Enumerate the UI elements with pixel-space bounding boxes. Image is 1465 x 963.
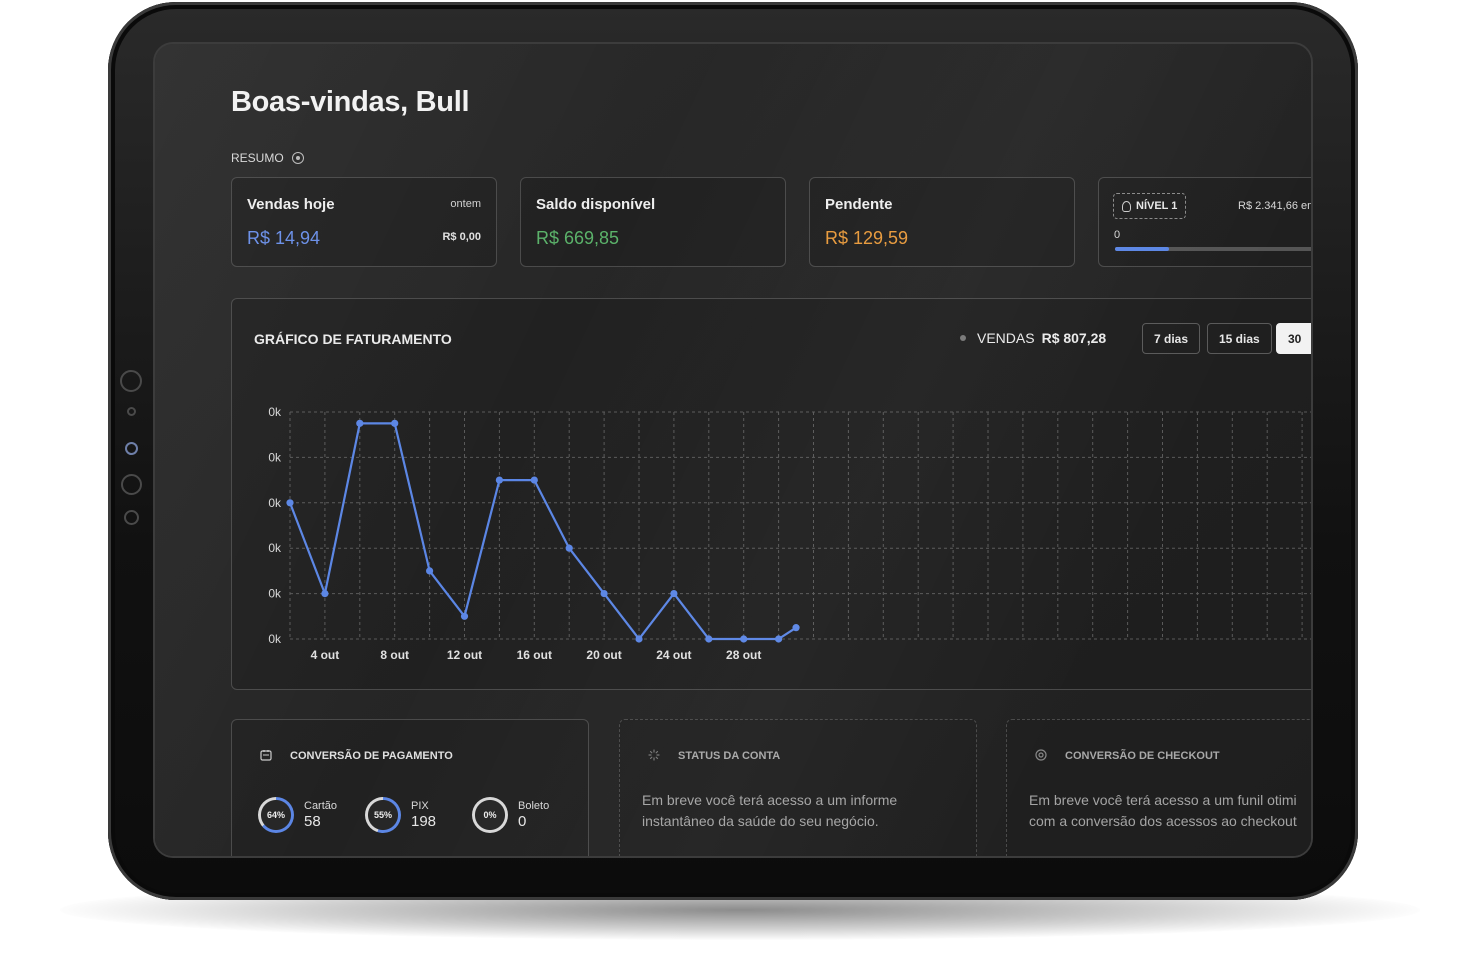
card-description: Em breve você terá acesso a um informe i…: [642, 792, 898, 829]
conversion-ring: 64%: [258, 797, 294, 833]
data-point: [391, 419, 399, 427]
calendar-icon: [260, 750, 272, 761]
side-button-1: [120, 370, 142, 392]
payment-method-0: 64% Cartão 58: [258, 797, 337, 833]
payment-method-label: Boleto: [518, 800, 550, 812]
side-button-2: [127, 407, 136, 416]
card-title: CONVERSÃO DE PAGAMENTO: [290, 750, 453, 762]
data-point: [460, 612, 469, 620]
payment-method-label: PIX: [411, 800, 429, 812]
x-tick-label: 16 out: [517, 648, 552, 662]
card-description: Em breve você terá acesso a um funil oti…: [1029, 792, 1297, 829]
level-label: NÍVEL 1: [1136, 200, 1178, 212]
revenue-chart-panel: GRÁFICO DE FATURAMENTO VENDAS R$ 807,28 …: [231, 298, 1311, 690]
x-tick-label: 4 out: [311, 648, 340, 662]
payment-method-count: 198: [411, 813, 437, 830]
payment-method-count: 58: [304, 813, 321, 830]
data-point: [565, 544, 573, 552]
eye-icon[interactable]: [291, 152, 304, 164]
x-tick-label: 12 out: [447, 648, 482, 662]
conversion-ring: 0%: [472, 797, 508, 833]
payment-method-2: 0% Boleto 0: [472, 797, 549, 833]
data-point: [792, 624, 800, 632]
y-tick-label: 0k: [268, 405, 282, 419]
x-tick-label: 20 out: [586, 648, 621, 662]
card-available-balance: Saldo disponível R$ 669,85: [520, 177, 786, 267]
card-title: Vendas hoje: [247, 196, 335, 213]
card-pending: Pendente R$ 129,59: [809, 177, 1075, 267]
data-point: [635, 635, 643, 643]
data-point: [600, 590, 608, 598]
card-title: Pendente: [825, 196, 893, 213]
data-point: [426, 567, 434, 575]
y-tick-label: 0k: [268, 450, 282, 464]
target-icon: [1035, 749, 1047, 761]
x-tick-label: 24 out: [656, 648, 691, 662]
y-tick-label: 0k: [268, 632, 282, 646]
payment-method-info: Cartão 58: [304, 800, 337, 830]
revenue-line-chart: 0k 0k 0k 0k 0k 0k 4 out 8 out 12 out 16 out 20 out…: [268, 405, 1311, 662]
card-sales-today: Vendas hoje ontem R$ 14,94 R$ 0,00: [231, 177, 497, 267]
side-button-5: [124, 510, 139, 525]
card-title: CONVERSÃO DE CHECKOUT: [1065, 750, 1220, 762]
award-icon: [1122, 200, 1131, 212]
level-badge: NÍVEL 1: [1113, 193, 1187, 219]
y-tick-label: 0k: [268, 541, 282, 555]
card-value: R$ 14,94: [247, 228, 321, 248]
data-point: [495, 476, 503, 484]
payment-method-1: 55% PIX 198: [365, 797, 436, 833]
level-progress-track: [1115, 247, 1311, 251]
card-title: STATUS DA CONTA: [678, 750, 781, 762]
card-value: R$ 129,59: [825, 228, 909, 248]
data-point: [740, 635, 748, 643]
data-point: [356, 419, 364, 427]
compare-label: ontem: [450, 198, 481, 210]
summary-header: RESUMO: [231, 151, 304, 165]
page-title: Boas-vindas, Bull: [231, 86, 470, 118]
series-line: [288, 422, 797, 641]
y-tick-label: 0k: [268, 496, 282, 510]
x-tick-label: 28 out: [726, 648, 761, 662]
x-tick-label: 8 out: [380, 648, 409, 662]
loading-icon: [648, 749, 660, 761]
payment-method-info: PIX 198: [411, 800, 436, 830]
card-title: Saldo disponível: [536, 196, 656, 213]
payment-method-count: 0: [518, 813, 527, 830]
account-status-card: STATUS DA CONTA Em breve você terá acess…: [619, 719, 977, 856]
y-tick-label: 0k: [268, 587, 282, 601]
screen: Boas-vindas, Bull RESUMO Vendas hoje ont…: [155, 44, 1311, 856]
level-target: R$ 2.341,66 em: [1238, 200, 1311, 212]
summary-label: RESUMO: [231, 151, 284, 165]
card-value: R$ 669,85: [536, 228, 620, 248]
compare-value: R$ 0,00: [442, 231, 481, 243]
data-point: [286, 499, 294, 507]
payment-method-label: Cartão: [304, 800, 338, 812]
card-level: NÍVEL 1 R$ 2.341,66 em 0: [1098, 177, 1311, 267]
side-button-4: [121, 474, 142, 495]
level-start: 0: [1114, 229, 1121, 241]
data-point: [530, 476, 538, 484]
side-button-3: [125, 442, 138, 455]
data-point: [775, 635, 783, 643]
conversion-ring: 55%: [365, 797, 401, 833]
payment-conversion-card: CONVERSÃO DE PAGAMENTO 64% Cartão 58 55% PIX…: [231, 719, 589, 856]
payment-method-info: Boleto 0: [518, 800, 549, 830]
data-point: [705, 635, 713, 643]
data-point: [321, 590, 329, 598]
checkout-conversion-card: CONVERSÃO DE CHECKOUT Em breve você terá…: [1006, 719, 1311, 856]
level-progress-fill: [1115, 247, 1169, 251]
data-point: [670, 590, 678, 598]
